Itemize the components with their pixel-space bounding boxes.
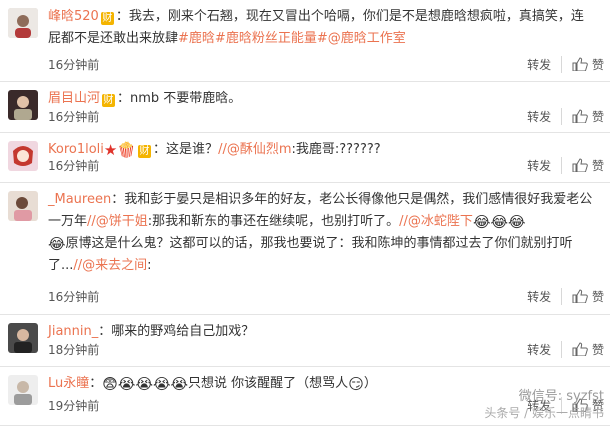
comment-text: ：nmb 不要带鹿晗。 [117, 91, 242, 106]
username-link[interactable]: _Maureen [48, 192, 111, 207]
popcorn-icon: 🍿 [117, 141, 137, 159]
comment-content: 峰晗520 财：我去，刚来个石翘，现在又冒出个哈嗝，你们是不是想鹿晗想疯啦，真搞笑… [48, 6, 604, 50]
like-button[interactable]: 赞 [572, 288, 604, 305]
comment-text: ：这是谁？ [153, 142, 219, 157]
comment-item: Koro1loli★🍿 财：这是谁？//@酥仙烈m:我鹿哥:?????? 16分钟… [0, 133, 610, 183]
comment-actions: 转发 赞 [527, 56, 604, 73]
avatar[interactable] [8, 141, 38, 171]
hashtag-link[interactable]: #鹿晗 [178, 31, 215, 46]
like-button[interactable]: 赞 [572, 157, 604, 174]
repost-button[interactable]: 转发 [527, 341, 563, 358]
wealth-badge-icon: 财 [100, 12, 114, 25]
comment-text: 只想说 你该醒醒了（想骂人 [188, 376, 349, 391]
timestamp: 16分钟前 [48, 58, 100, 72]
thumbs-up-icon [572, 342, 588, 356]
avatar[interactable] [8, 375, 38, 405]
watermark-wechat: 微信号: syzfst [518, 389, 604, 404]
mention-link[interactable]: //@饼干姐 [87, 214, 148, 229]
hashtag-link[interactable]: #鹿晗粉丝正能量 [215, 31, 317, 46]
comment-actions: 转发 赞 [527, 288, 604, 305]
like-label: 赞 [591, 343, 604, 357]
crying-emoji-icon: 😭 [135, 375, 153, 393]
like-button[interactable]: 赞 [572, 341, 604, 358]
watermark-toutiao: 头条号 / 娱乐一点睛书 [484, 406, 604, 420]
watermark: 微信号: syzfst 头条号 / 娱乐一点睛书 [484, 388, 604, 422]
comment-item: _Maureen：我和彭于晏只是相识多年的好友，老公长得像他只是偶然，我们感情很… [0, 183, 610, 315]
mention-link[interactable]: //@来去之间 [73, 258, 147, 273]
like-label: 赞 [591, 290, 604, 304]
comment-text: : [147, 258, 152, 273]
thumbs-up-icon [572, 57, 588, 71]
username-link[interactable]: 峰晗520 [48, 9, 99, 24]
laughing-emoji-icon: 😂 [490, 213, 508, 231]
thumbs-up-icon [572, 109, 588, 123]
repost-button[interactable]: 转发 [527, 157, 563, 174]
username-link[interactable]: 眉目山河 [48, 91, 100, 106]
avatar[interactable] [8, 323, 38, 353]
crying-emoji-icon: 😭 [170, 375, 189, 393]
like-button[interactable]: 赞 [572, 108, 604, 125]
repost-button[interactable]: 转发 [527, 288, 563, 305]
avatar[interactable] [8, 8, 38, 38]
avatar[interactable] [8, 191, 38, 221]
comment-text: ：哪来的野鸡给自己加戏？ [98, 324, 255, 339]
comment-text: 一万年 [48, 214, 88, 229]
thumbs-up-icon [572, 158, 588, 172]
timestamp: 19分钟前 [48, 399, 100, 413]
comment-text: 原博这是什么鬼？这都可以的话，那我也要说了：我和陈坤的事情都过去了你们就别打听 [65, 236, 573, 251]
laughing-emoji-icon: 😂 [508, 213, 526, 231]
comment-text: ） [363, 376, 377, 391]
comment-content: 眉目山河财：nmb 不要带鹿晗。 [48, 88, 604, 110]
crying-emoji-icon: 😭 [117, 375, 136, 393]
crying-emoji-icon: 😭 [152, 375, 171, 393]
comment-actions: 转发 赞 [527, 108, 604, 125]
like-label: 赞 [591, 110, 604, 124]
scared-emoji-icon: 😨 [102, 375, 118, 393]
timestamp: 16分钟前 [48, 290, 100, 304]
wealth-badge-icon: 财 [138, 145, 152, 158]
comment-item: 眉目山河财：nmb 不要带鹿晗。 16分钟前 转发 赞 [0, 82, 610, 133]
comment-item: 峰晗520 财：我去，刚来个石翘，现在又冒出个哈嗝，你们是不是想鹿晗想疯啦，真搞笑… [0, 0, 610, 82]
repost-button[interactable]: 转发 [527, 108, 563, 125]
comment-content: Koro1loli★🍿 财：这是谁？//@酥仙烈m:我鹿哥:?????? [48, 139, 604, 161]
like-label: 赞 [591, 159, 604, 173]
avatar[interactable] [8, 90, 38, 120]
comment-content: _Maureen：我和彭于晏只是相识多年的好友，老公长得像他只是偶然，我们感情很… [48, 189, 604, 277]
wealth-badge-icon: 财 [102, 94, 116, 107]
laughing-emoji-icon: 😂 [48, 235, 66, 253]
laughing-emoji-icon: 😂 [472, 213, 491, 231]
mention-link[interactable]: //@冰蛇陛下 [399, 214, 473, 229]
comment-text: 屁都不是还敢出来放肆 [48, 31, 179, 46]
username-link[interactable]: Lu永瞳 [48, 376, 89, 391]
timestamp: 16分钟前 [48, 159, 100, 173]
mention-link[interactable]: //@酥仙烈m [218, 142, 291, 157]
comment-item: Jiannin_：哪来的野鸡给自己加戏？ 18分钟前 转发 赞 [0, 315, 610, 367]
comment-text: ：我和彭于晏只是相识多年的好友，老公长得像他只是偶然，我们感情很好我爱老公 [111, 192, 593, 207]
star-icon: ★ [103, 141, 118, 159]
timestamp: 16分钟前 [48, 110, 100, 124]
repost-button[interactable]: 转发 [527, 56, 563, 73]
comment-list: 峰晗520 财：我去，刚来个石翘，现在又冒出个哈嗝，你们是不是想鹿晗想疯啦，真搞笑… [0, 0, 610, 426]
comment-text: :那我和靳东的事还在继续呢，也别打听了。 [147, 214, 400, 229]
comment-content: Jiannin_：哪来的野鸡给自己加戏？ [48, 321, 604, 343]
comment-text: 了... [48, 258, 74, 273]
comment-text: ：我去，刚来个石翘，现在又冒出个哈嗝，你们是不是想鹿晗想疯啦，真搞笑，连 [115, 9, 584, 24]
comment-actions: 转发 赞 [527, 341, 604, 358]
thumbs-up-icon [572, 289, 588, 303]
username-link[interactable]: Jiannin_ [48, 324, 98, 339]
timestamp: 18分钟前 [48, 343, 100, 357]
username-link[interactable]: Koro1loli [48, 142, 104, 157]
comment-text: :我鹿哥:?????? [291, 142, 381, 157]
comment-actions: 转发 赞 [527, 157, 604, 174]
like-label: 赞 [591, 58, 604, 72]
smirk-emoji-icon: 😏 [348, 375, 364, 393]
hashtag-link[interactable]: #@鹿晗工作室 [317, 31, 406, 46]
like-button[interactable]: 赞 [572, 56, 604, 73]
